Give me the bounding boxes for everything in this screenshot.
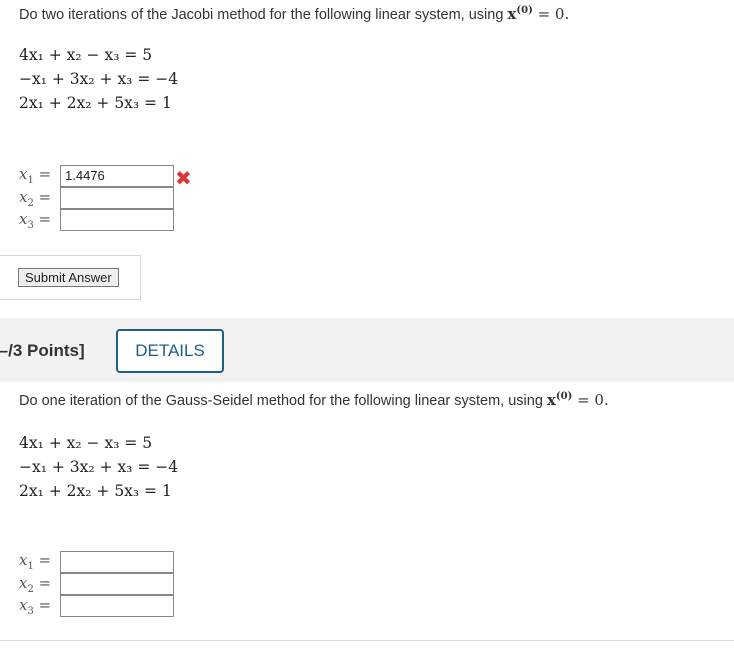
q1-equation-1: 4x₁ + x₂ − x₃ = 5 [19, 46, 153, 64]
q1-label-x2: x2 = [19, 188, 52, 209]
incorrect-x-icon: ✖ [175, 166, 192, 190]
q2-equation-2: −x₁ + 3x₂ + x₃ = −4 [19, 458, 179, 476]
q1-prompt: Do two iterations of the Jacobi method f… [19, 5, 569, 23]
q1-x2-input[interactable] [60, 187, 174, 209]
q2-header-band [0, 318, 734, 382]
q1-equation-2: −x₁ + 3x₂ + x₃ = −4 [19, 70, 179, 88]
details-button[interactable]: DETAILS [116, 329, 224, 373]
q1-label-x1: x1 = [19, 165, 52, 186]
q2-equation-1: 4x₁ + x₂ − x₃ = 5 [19, 434, 153, 452]
q1-equation-system: 4x₁ + x₂ − x₃ = 5 −x₁ + 3x₂ + x₃ = −4 2x… [19, 43, 178, 115]
q2-label-x3: x3 = [19, 596, 52, 617]
q1-equation-3: 2x₁ + 2x₂ + 5x₃ = 1 [19, 94, 172, 112]
q2-label-x2: x2 = [19, 574, 52, 595]
q2-initial-vector: x(0) [546, 391, 573, 409]
q2-points: [–/3 Points] [0, 341, 85, 360]
bottom-divider [0, 640, 734, 641]
q2-x2-input[interactable] [60, 573, 174, 595]
q1-initial-vector-value: = 0. [532, 5, 570, 23]
q1-initial-vector: x(0) [507, 5, 533, 23]
details-button-label: DETAILS [135, 341, 205, 360]
q1-x1-input[interactable] [60, 165, 174, 187]
submit-answer-button[interactable]: Submit Answer [18, 268, 119, 287]
q2-x3-input[interactable] [60, 595, 174, 617]
q2-initial-vector-value: = 0. [572, 391, 609, 409]
q2-equation-system: 4x₁ + x₂ − x₃ = 5 −x₁ + 3x₂ + x₃ = −4 2x… [19, 431, 178, 503]
q2-x1-input[interactable] [60, 551, 174, 573]
q2-prompt: Do one iteration of the Gauss-Seidel met… [19, 391, 609, 409]
q1-label-x3: x3 = [19, 210, 52, 231]
q2-equation-3: 2x₁ + 2x₂ + 5x₃ = 1 [19, 482, 172, 500]
q1-prompt-text: Do two iterations of the Jacobi method f… [19, 7, 508, 23]
q1-x3-input[interactable] [60, 209, 174, 231]
q2-label-x1: x1 = [19, 551, 52, 572]
q2-prompt-text: Do one iteration of the Gauss-Seidel met… [19, 393, 547, 409]
